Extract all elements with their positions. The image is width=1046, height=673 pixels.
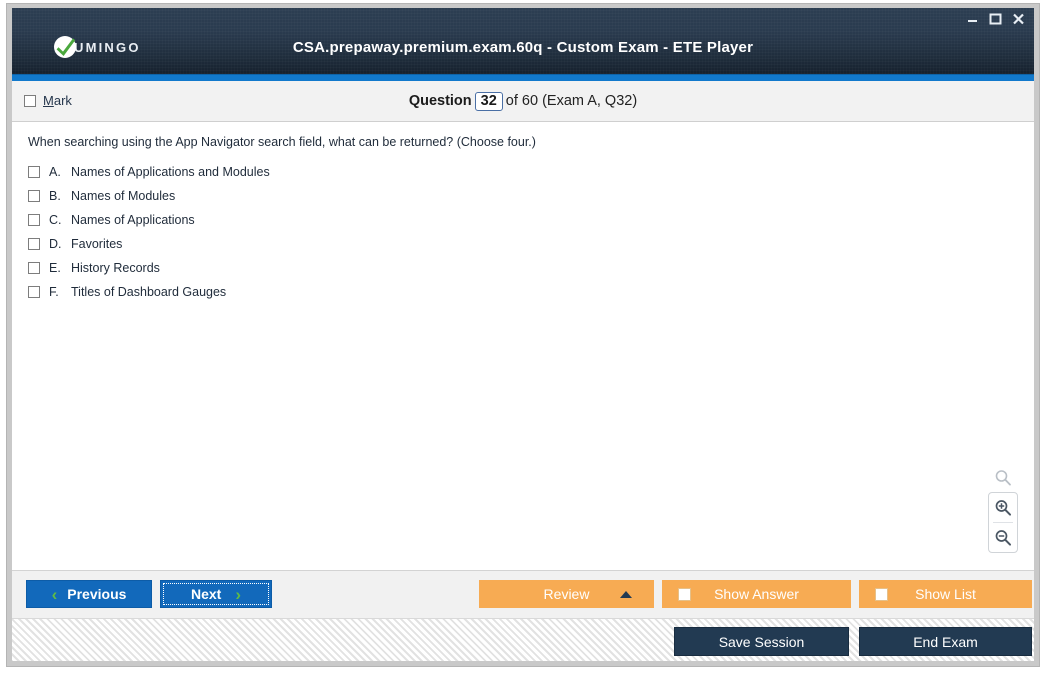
search-icon[interactable] <box>988 464 1018 492</box>
question-text: When searching using the App Navigator s… <box>28 135 536 149</box>
maximize-icon[interactable] <box>988 13 1002 27</box>
option-letter: D. <box>49 237 62 251</box>
answer-option-e[interactable]: E. History Records <box>28 256 1014 280</box>
answer-option-d[interactable]: D. Favorites <box>28 232 1014 256</box>
chevron-left-icon: ‹ <box>51 584 58 604</box>
application-window: UMINGO CSA.prepaway.premium.exam.60q - C… <box>6 3 1040 667</box>
end-exam-button[interactable]: End Exam <box>859 627 1032 656</box>
question-number-field[interactable]: 32 <box>474 92 503 111</box>
show-list-button[interactable]: Show List <box>859 580 1032 608</box>
zoom-out-icon[interactable] <box>989 523 1017 552</box>
header-accent-strip <box>12 74 1034 81</box>
save-session-button[interactable]: Save Session <box>674 627 849 656</box>
option-letter: F. <box>49 285 59 299</box>
question-counter-prefix: Question <box>408 93 472 109</box>
status-bar: Save Session End Exam <box>12 618 1034 661</box>
answer-options-list: A. Names of Applications and Modules B. … <box>28 160 1014 304</box>
option-text: Names of Applications and Modules <box>71 165 270 179</box>
option-text: History Records <box>71 261 160 275</box>
option-text: Titles of Dashboard Gauges <box>71 285 227 299</box>
option-checkbox[interactable] <box>28 286 40 298</box>
zoom-button-group <box>988 492 1018 553</box>
chevron-up-icon <box>620 590 632 598</box>
window-title: CSA.prepaway.premium.exam.60q - Custom E… <box>292 39 754 56</box>
zoom-tool-stack <box>988 464 1018 553</box>
window-client-area: UMINGO CSA.prepaway.premium.exam.60q - C… <box>12 8 1034 661</box>
option-checkbox[interactable] <box>28 190 40 202</box>
option-checkbox[interactable] <box>28 238 40 250</box>
next-button[interactable]: Next › <box>160 580 272 608</box>
option-letter: E. <box>49 261 61 275</box>
option-text: Favorites <box>71 237 123 251</box>
previous-button[interactable]: ‹ Previous <box>26 580 152 608</box>
show-list-label: Show List <box>915 586 976 602</box>
end-exam-label: End Exam <box>913 633 978 650</box>
previous-button-label: Previous <box>67 586 127 602</box>
close-icon[interactable] <box>1011 13 1025 27</box>
option-checkbox[interactable] <box>28 166 40 178</box>
window-controls <box>965 13 1025 27</box>
review-button-label: Review <box>543 586 590 602</box>
title-bar: UMINGO CSA.prepaway.premium.exam.60q - C… <box>12 8 1034 74</box>
option-text: Names of Modules <box>71 189 176 203</box>
option-letter: B. <box>49 189 61 203</box>
show-answer-button[interactable]: Show Answer <box>662 580 851 608</box>
option-checkbox[interactable] <box>28 214 40 226</box>
question-content-panel: When searching using the App Navigator s… <box>12 122 1034 571</box>
option-letter: C. <box>49 213 62 227</box>
action-button-bar: ‹ Previous Next › Review Show Answer Sho… <box>12 571 1034 618</box>
answer-option-c[interactable]: C. Names of Applications <box>28 208 1014 232</box>
review-button[interactable]: Review <box>479 580 654 608</box>
option-letter: A. <box>49 165 61 179</box>
question-header-bar: Mark Question 32 of 60 (Exam A, Q32) <box>12 81 1034 122</box>
option-checkbox[interactable] <box>28 262 40 274</box>
show-answer-label: Show Answer <box>714 586 799 602</box>
answer-option-f[interactable]: F. Titles of Dashboard Gauges <box>28 280 1014 304</box>
chevron-right-icon: › <box>235 584 242 604</box>
option-text: Names of Applications <box>71 213 195 227</box>
minimize-icon[interactable] <box>965 13 979 27</box>
next-button-label: Next <box>190 586 222 602</box>
save-session-label: Save Session <box>718 633 805 650</box>
show-answer-checkbox[interactable] <box>678 587 691 601</box>
question-counter: Question 32 of 60 (Exam A, Q32) <box>12 92 1034 111</box>
question-counter-suffix: of 60 (Exam A, Q32) <box>505 93 638 109</box>
show-list-checkbox[interactable] <box>875 587 888 601</box>
answer-option-b[interactable]: B. Names of Modules <box>28 184 1014 208</box>
app-screenshot: UMINGO CSA.prepaway.premium.exam.60q - C… <box>0 0 1046 673</box>
zoom-in-icon[interactable] <box>989 493 1017 522</box>
answer-option-a[interactable]: A. Names of Applications and Modules <box>28 160 1014 184</box>
